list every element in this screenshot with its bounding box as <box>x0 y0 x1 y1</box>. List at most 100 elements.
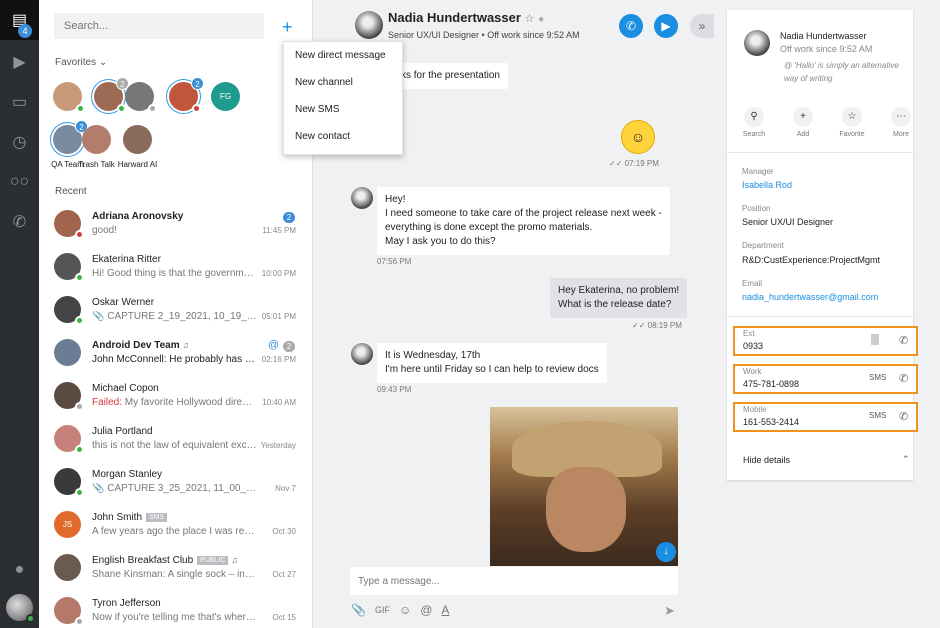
message-bubble: Hey! I need someone to take care of the … <box>377 187 670 255</box>
details-favorite-button[interactable]: ☆ Favorite <box>832 107 872 138</box>
send-button[interactable]: ➤ <box>664 603 675 619</box>
phone-icon[interactable]: ✆ <box>899 410 908 423</box>
conversation-name: Tyron Jefferson <box>92 598 161 609</box>
conversation-preview: Hi! Good thing is that the government... <box>92 268 257 279</box>
text-format-icon[interactable]: A <box>441 603 449 617</box>
avatar <box>54 339 81 366</box>
gif-button[interactable]: GIF <box>375 603 390 617</box>
star-icon[interactable]: ☆ <box>525 13 535 25</box>
conversation-item[interactable]: Morgan Stanley 📎 CAPTURE 3_25_2021, 11_00… <box>39 463 312 506</box>
avatar <box>125 82 157 113</box>
video-call-button[interactable]: ▶ <box>654 14 678 38</box>
action-label: Add <box>796 131 810 138</box>
new-conversation-button[interactable]: + <box>282 18 293 36</box>
nav-voicemail[interactable]: ○○ <box>0 162 39 202</box>
emoji-icon[interactable]: ☺ <box>399 603 411 617</box>
conversation-item[interactable]: Julia Portland this is not the law of equ… <box>39 420 312 463</box>
mute-icon: ♫ <box>182 340 190 350</box>
sms-button[interactable]: SMS <box>869 373 886 382</box>
nav-history[interactable]: ◷ <box>0 122 39 162</box>
nav-feedback[interactable]: ● <box>0 550 39 590</box>
video-icon: ▶ <box>13 54 26 71</box>
collapse-details-button[interactable]: » <box>690 14 714 38</box>
conversation-name-text: English Breakfast Club <box>92 555 194 566</box>
video-icon: ▶ <box>661 19 671 33</box>
message-bubble: It is Wednesday, 17th I'm here until Fri… <box>377 343 607 383</box>
nav-video[interactable]: ▶ <box>0 42 39 82</box>
conversation-item[interactable]: JS John Smith SMS A few years ago the place… <box>39 506 312 549</box>
bookmark-icon[interactable] <box>871 334 879 345</box>
conversation-item[interactable]: Adriana Aronovsky good! 11:45 PM 2 <box>39 205 312 248</box>
mention-icon[interactable]: @ <box>420 603 432 617</box>
conversation-item[interactable]: Oskar Werner 📎 CAPTURE 2_19_2021, 10_19_2… <box>39 291 312 334</box>
sender-avatar[interactable] <box>351 343 373 365</box>
nav-messages[interactable]: ▤ 4 <box>0 0 39 40</box>
sender-avatar[interactable] <box>351 187 373 209</box>
action-label: Favorite <box>839 131 865 138</box>
favorite-contact[interactable]: Harward AI <box>118 125 157 169</box>
favorite-contact[interactable]: 2 <box>169 77 204 113</box>
message-time-text: 08:19 PM <box>647 321 682 330</box>
menu-new-sms[interactable]: New SMS <box>284 96 402 123</box>
conversation-name-text: Tyron Jefferson <box>92 598 161 609</box>
favorite-contact[interactable] <box>125 82 157 113</box>
phone-icon[interactable]: ✆ <box>899 372 908 385</box>
status-dot <box>75 488 84 497</box>
avatar: JS <box>54 511 81 538</box>
sms-button[interactable]: SMS <box>869 411 886 420</box>
status-dot <box>148 104 157 113</box>
conversation-time: Yesterday <box>260 441 296 450</box>
call-button[interactable]: ✆ <box>619 14 643 38</box>
menu-new-direct-message[interactable]: New direct message <box>284 42 402 69</box>
conversation-item[interactable]: Michael Copon Failed: My favorite Hollywo… <box>39 377 312 420</box>
menu-new-contact[interactable]: New contact <box>284 123 402 150</box>
avatar <box>54 382 84 411</box>
message-input[interactable] <box>350 567 678 595</box>
chevron-up-icon[interactable]: ⌃ <box>902 454 910 465</box>
favorite-contact[interactable]: Trash Talk <box>78 125 115 169</box>
menu-new-channel[interactable]: New channel <box>284 69 402 96</box>
double-chevron-right-icon: » <box>698 19 706 33</box>
hide-details-button[interactable]: Hide details <box>743 455 790 465</box>
message-line: Hey! <box>385 194 406 205</box>
work-label: Work <box>743 367 762 376</box>
failed-label: Failed: <box>92 397 123 408</box>
phone-icon[interactable]: ✆ <box>899 334 908 347</box>
conversation-preview: 📎 CAPTURE 3_25_2021, 11_00_21.png <box>92 483 257 494</box>
conversation-item[interactable]: English Breakfast Club PUBLIC ♫ Shane Kins… <box>39 549 312 592</box>
avatar <box>54 296 84 325</box>
favorite-contact[interactable] <box>53 82 85 113</box>
conversation-item[interactable]: Tyron Jefferson Now if you're telling me … <box>39 592 312 628</box>
email-link[interactable]: nadia_hundertwasser@gmail.com <box>742 292 878 302</box>
favorite-contact[interactable]: 2 <box>94 77 129 113</box>
download-button[interactable]: ↓ <box>656 542 676 562</box>
conversation-item[interactable]: Android Dev Team ♫ John McConnell: He pro… <box>39 334 312 377</box>
contact-avatar[interactable] <box>355 11 383 39</box>
phone-icon: ✆ <box>625 19 637 33</box>
conversation-item[interactable]: Ekaterina Ritter Hi! Good thing is that t… <box>39 248 312 291</box>
image-attachment[interactable]: ↓ <box>490 407 678 566</box>
nav-files[interactable]: ▭ <box>0 82 39 122</box>
conversation-preview: John McConnell: He probably has the ... <box>92 354 257 365</box>
my-avatar[interactable] <box>6 594 35 623</box>
paperclip-icon[interactable]: 📎 <box>351 603 366 617</box>
mobile-value: 161-553-2414 <box>743 417 800 427</box>
favorite-contact[interactable]: FG <box>211 82 240 111</box>
conversation-preview: 📎 CAPTURE 2_19_2021, 10_19_26.png <box>92 311 257 322</box>
manager-link[interactable]: Isabella Rod <box>742 180 792 190</box>
status-dot <box>75 316 84 325</box>
manager-label: Manager <box>742 167 774 176</box>
favorites-header[interactable]: Favorites ⌄ <box>55 57 107 68</box>
details-more-button[interactable]: ⋯ More <box>881 107 921 138</box>
search-input[interactable] <box>54 13 264 39</box>
conversation-time: Oct 27 <box>272 570 296 579</box>
grinning-emoji: ☺ <box>621 120 655 154</box>
new-menu: New direct message New channel New SMS N… <box>283 41 403 155</box>
details-add-button[interactable]: + Add <box>783 107 823 138</box>
work-value: 475-781-0898 <box>743 379 800 389</box>
chevron-down-icon: ⌄ <box>98 57 108 68</box>
comment-icon[interactable]: ● <box>538 14 544 25</box>
conversation-preview: A few years ago the place I was rentin..… <box>92 526 257 537</box>
details-search-button[interactable]: ⚲ Search <box>734 107 774 138</box>
nav-calls[interactable]: ✆ <box>0 202 39 242</box>
